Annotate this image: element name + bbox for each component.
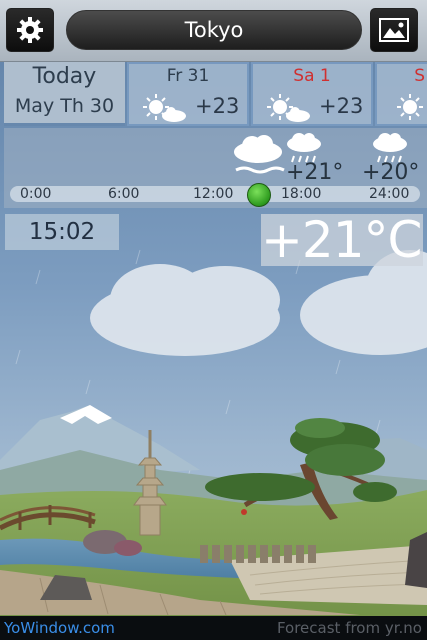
day-temperature: +23 (319, 94, 364, 118)
hourly-temperature: +21° (286, 160, 344, 185)
day-tab-sun[interactable]: S (375, 62, 427, 126)
time-label: 18:00 (281, 186, 322, 202)
day-name: Sa 1 (293, 66, 331, 86)
day-tabs: Today May Th 30 Fr 31 +23 Sa 1 +23 S (0, 62, 427, 128)
day-tab-fri[interactable]: Fr 31 +23 (127, 62, 249, 126)
day-name: Fr 31 (166, 66, 210, 86)
yowindow-link[interactable]: YoWindow.com (4, 619, 115, 637)
current-time: 15:02 (5, 214, 119, 250)
day-tab-sat[interactable]: Sa 1 +23 (251, 62, 373, 126)
landscape-gallery-button[interactable] (370, 8, 418, 52)
sun-cloud-icon (267, 94, 310, 122)
hourly-forecast-panel: +21° +20° 0:00 6:00 12:00 18:00 24:00 (4, 128, 427, 208)
day-tab-today[interactable]: Today May Th 30 (4, 62, 125, 126)
time-label: 0:00 (20, 186, 52, 202)
current-temperature: +21°C (261, 211, 423, 269)
time-slider-knob[interactable] (247, 183, 271, 207)
footer-bar: YoWindow.com Forecast from yr.no (0, 616, 427, 640)
hourly-temperature: +20° (362, 160, 420, 185)
day-name: Today (32, 64, 97, 89)
landscape-picture-icon (379, 18, 409, 42)
sun-cloud-icon (143, 94, 186, 122)
time-label: 12:00 (193, 186, 234, 202)
forecast-source-link[interactable]: Forecast from yr.no (277, 619, 422, 637)
sun-icon (397, 94, 423, 120)
day-temperature: +23 (195, 94, 240, 118)
city-selector[interactable]: Tokyo (66, 10, 362, 50)
cloud-fog-icon (234, 135, 285, 174)
day-name: S (414, 66, 425, 86)
top-bar: Tokyo (0, 0, 427, 62)
gear-icon (17, 17, 43, 43)
time-label: 6:00 (108, 186, 140, 202)
time-label: 24:00 (369, 186, 410, 202)
settings-button[interactable] (6, 8, 54, 52)
day-date: May Th 30 (14, 95, 115, 117)
